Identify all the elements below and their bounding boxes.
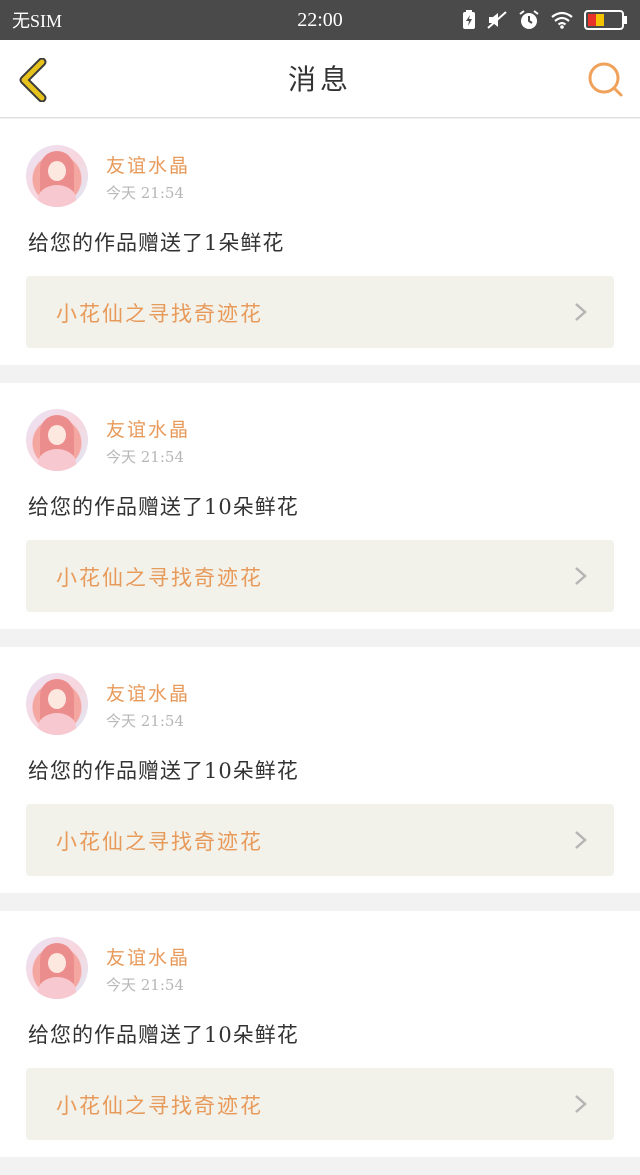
page-title: 消息 <box>287 63 352 96</box>
work-title: 小花仙之寻找奇迹花 <box>56 830 263 854</box>
avatar[interactable] <box>26 145 88 207</box>
avatar[interactable] <box>26 409 88 471</box>
sender-name[interactable]: 友谊水晶 <box>106 151 190 178</box>
work-link[interactable]: 小花仙之寻找奇迹花 <box>26 1068 614 1140</box>
message-text: 给您的作品赠送了10朵鲜花 <box>28 759 299 783</box>
chevron-right-icon <box>574 830 588 850</box>
chevron-right-icon <box>574 302 588 322</box>
battery-saver-icon <box>462 10 476 30</box>
message-text: 给您的作品赠送了1朵鲜花 <box>28 231 285 255</box>
message-card: 友谊水晶 今天 21:54 给您的作品赠送了10朵鲜花 小花仙之寻找奇迹花 <box>0 647 640 893</box>
message-card: 友谊水晶 今天 21:54 给您的作品赠送了1朵鲜花 小花仙之寻找奇迹花 <box>0 119 640 365</box>
message-card: 友谊水晶 今天 21:54 给您的作品赠送了10朵鲜花 小花仙之寻找奇迹花 <box>0 911 640 1157</box>
mute-icon <box>486 10 508 30</box>
status-bar: 无SIM 22:00 <box>0 0 640 40</box>
message-text: 给您的作品赠送了10朵鲜花 <box>28 495 299 519</box>
message-list: 友谊水晶 今天 21:54 给您的作品赠送了1朵鲜花 小花仙之寻找奇迹花 友谊水… <box>0 119 640 1175</box>
message-time: 今天 21:54 <box>106 712 184 730</box>
message-text: 给您的作品赠送了10朵鲜花 <box>28 1023 299 1047</box>
battery-icon <box>584 9 628 31</box>
work-link[interactable]: 小花仙之寻找奇迹花 <box>26 540 614 612</box>
sender-name[interactable]: 友谊水晶 <box>106 415 190 442</box>
message-card: 友谊水晶 今天 21:54 给您的作品赠送了10朵鲜花 小花仙之寻找奇迹花 <box>0 383 640 629</box>
message-time: 今天 21:54 <box>106 448 184 466</box>
avatar[interactable] <box>26 673 88 735</box>
work-title: 小花仙之寻找奇迹花 <box>56 566 263 590</box>
sender-name[interactable]: 友谊水晶 <box>106 679 190 706</box>
work-title: 小花仙之寻找奇迹花 <box>56 302 263 326</box>
wifi-icon <box>550 11 574 29</box>
sender-name[interactable]: 友谊水晶 <box>106 943 190 970</box>
message-time: 今天 21:54 <box>106 976 184 994</box>
work-link[interactable]: 小花仙之寻找奇迹花 <box>26 276 614 348</box>
avatar[interactable] <box>26 937 88 999</box>
status-icons <box>462 9 628 31</box>
header-bar: 消息 <box>0 40 640 118</box>
message-time: 今天 21:54 <box>106 184 184 202</box>
chevron-right-icon <box>574 1094 588 1114</box>
chevron-right-icon <box>574 566 588 586</box>
work-title: 小花仙之寻找奇迹花 <box>56 1094 263 1118</box>
carrier-label: 无SIM <box>12 11 63 31</box>
search-icon[interactable] <box>586 60 626 100</box>
alarm-icon <box>518 9 540 31</box>
work-link[interactable]: 小花仙之寻找奇迹花 <box>26 804 614 876</box>
